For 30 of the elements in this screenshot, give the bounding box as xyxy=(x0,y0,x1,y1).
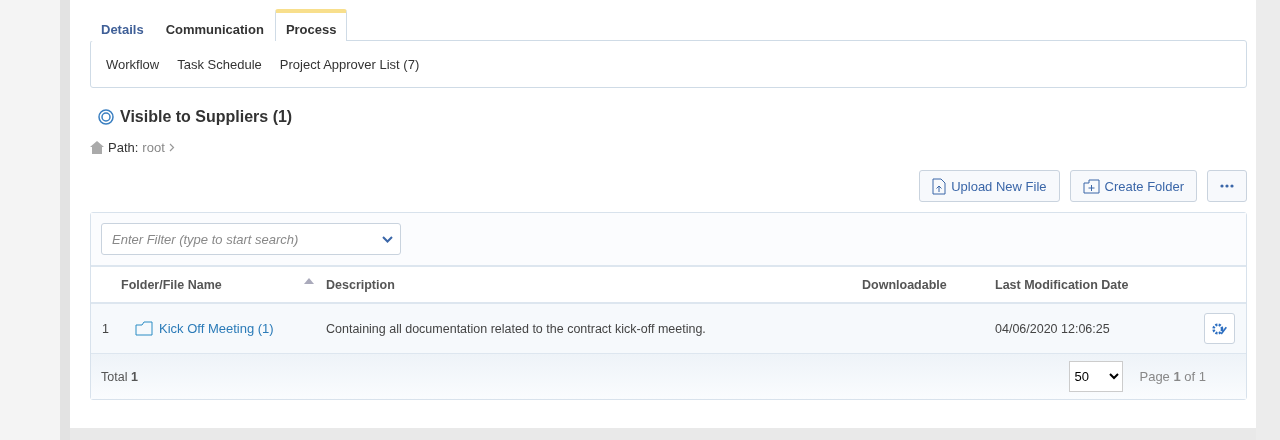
column-header[interactable]: Description xyxy=(326,277,395,292)
total-count: Total 1 xyxy=(101,369,138,384)
create-folder-button[interactable]: Create Folder xyxy=(1069,170,1197,202)
target-icon xyxy=(98,109,114,125)
section-title: Visible to Suppliers (1) xyxy=(120,108,293,126)
folder-link[interactable]: Kick Off Meeting (1) xyxy=(121,321,326,336)
upload-button[interactable]: Upload New File xyxy=(919,170,1060,202)
filter-field[interactable]: Enter Filter (type to start search) xyxy=(101,223,401,255)
settings-button[interactable] xyxy=(1204,313,1235,344)
more-icon xyxy=(1220,184,1234,188)
page-indicator: Page 1 of 1 xyxy=(1139,369,1206,384)
home-icon xyxy=(90,141,104,154)
column-header[interactable]: Downloadable xyxy=(862,277,947,292)
path-label: Path: xyxy=(108,140,139,155)
column-header[interactable]: Last Modification Date xyxy=(995,277,1129,292)
folder-plus-icon xyxy=(1082,178,1100,194)
page-size-select[interactable]: 50 xyxy=(1069,361,1124,392)
subtab-link[interactable]: Project Approver List (7) xyxy=(279,56,420,72)
date-cell: 04/06/2020 12:06:25 xyxy=(995,321,1110,336)
folder-icon xyxy=(135,321,153,336)
description-cell-text: Containing all documentation related to the contract kick-off meeting. xyxy=(326,321,707,336)
column-header[interactable]: Folder/File Name xyxy=(121,277,222,292)
subtab-link[interactable]: Task Schedule xyxy=(177,56,262,72)
subtab-link[interactable]: Workflow xyxy=(106,56,160,72)
row-number: 1 xyxy=(101,321,110,336)
tab[interactable]: Process xyxy=(274,9,348,41)
chevron-down-icon[interactable] xyxy=(382,236,393,243)
breadcrumb-link[interactable]: root xyxy=(142,140,165,155)
file-upload-icon xyxy=(932,177,947,195)
chevron-right-icon xyxy=(168,143,175,152)
